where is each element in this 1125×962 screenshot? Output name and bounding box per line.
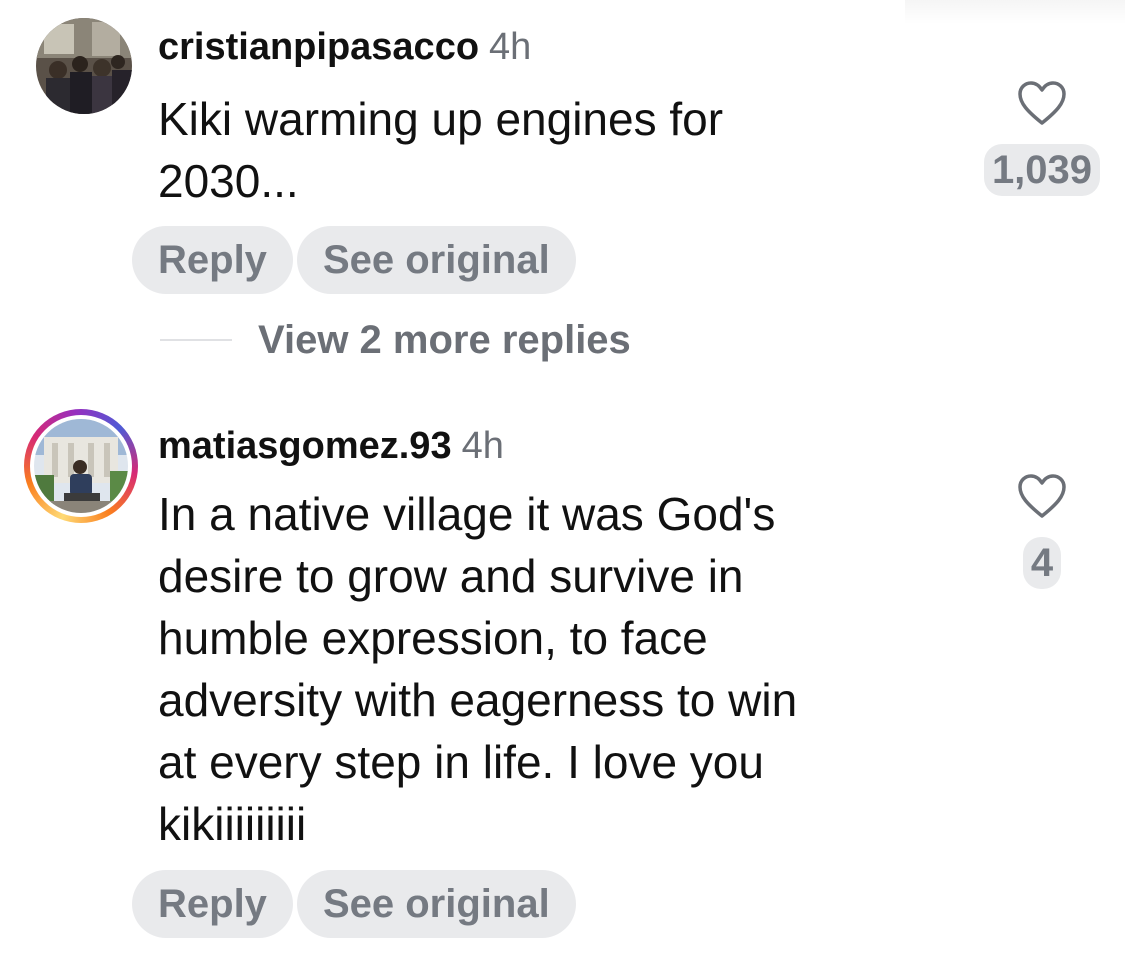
- comment-actions: Reply See original: [132, 870, 576, 938]
- username[interactable]: matiasgomez.93: [158, 425, 452, 467]
- avatar[interactable]: [36, 18, 132, 114]
- comment-item: matiasgomez.93 4h In a native village it …: [0, 405, 1125, 962]
- timestamp: 4h: [489, 26, 532, 68]
- avatar-story-ring[interactable]: [24, 409, 138, 523]
- heart-outline-icon[interactable]: [1017, 80, 1067, 126]
- comment-header: cristianpipasacco 4h: [158, 24, 531, 70]
- reply-button[interactable]: Reply: [132, 226, 293, 294]
- avatar: [30, 415, 132, 517]
- comment-item: cristianpipasacco 4h Kiki warming up engi…: [0, 0, 1125, 380]
- see-original-button[interactable]: See original: [296, 226, 576, 294]
- comment-header: matiasgomez.93 4h: [158, 423, 504, 469]
- like-column: 1,039: [972, 80, 1112, 196]
- username[interactable]: cristianpipasacco: [158, 26, 479, 68]
- view-more-replies[interactable]: View 2 more replies: [160, 310, 631, 370]
- avatar-photo: [34, 419, 128, 513]
- heart-outline-icon[interactable]: [1017, 473, 1067, 519]
- avatar-photo: [36, 18, 132, 114]
- reply-thread-line: [160, 339, 232, 341]
- comment-text: Kiki warming up engines for 2030...: [158, 93, 724, 207]
- like-count[interactable]: 1,039: [983, 144, 1101, 196]
- see-original-button[interactable]: See original: [296, 870, 576, 938]
- reply-button[interactable]: Reply: [132, 870, 293, 938]
- like-count[interactable]: 4: [1022, 537, 1062, 589]
- view-replies-label[interactable]: View 2 more replies: [258, 318, 631, 363]
- like-column: 4: [972, 473, 1112, 589]
- comment-text: In a native village it was God's desire …: [158, 488, 798, 850]
- comment-actions: Reply See original: [132, 226, 576, 294]
- timestamp: 4h: [461, 425, 504, 467]
